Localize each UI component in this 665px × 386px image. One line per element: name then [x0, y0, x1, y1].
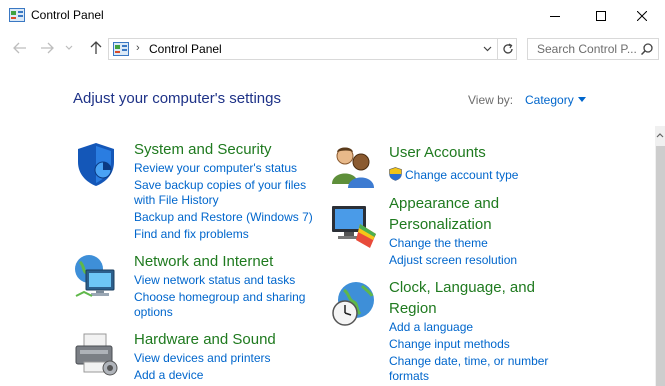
link-change-theme[interactable]: Change the theme — [389, 236, 488, 251]
link-backup-restore[interactable]: Backup and Restore (Windows 7) — [134, 210, 313, 225]
chevron-down-icon — [65, 45, 73, 50]
link-save-backup-cont[interactable]: with File History — [134, 193, 219, 208]
category-user-accounts[interactable]: User Accounts — [389, 142, 486, 163]
maximize-button[interactable] — [578, 0, 624, 31]
scroll-thumb[interactable] — [656, 146, 665, 386]
close-icon — [637, 10, 647, 21]
window-title: Control Panel — [31, 8, 104, 22]
title-bar: Control Panel — [0, 0, 665, 31]
vertical-scrollbar[interactable] — [655, 126, 665, 386]
link-review-status[interactable]: Review your computer's status — [134, 161, 297, 176]
forward-arrow-icon — [41, 42, 54, 54]
link-homegroup[interactable]: Choose homegroup and sharing — [134, 290, 305, 305]
refresh-button[interactable] — [497, 39, 517, 59]
control-panel-icon — [9, 8, 25, 22]
close-button[interactable] — [619, 0, 665, 31]
category-appearance-personalization[interactable]: Appearance and — [389, 193, 499, 214]
control-panel-icon — [113, 42, 129, 56]
up-button[interactable] — [87, 39, 105, 57]
minimize-icon — [550, 15, 560, 17]
scroll-up-button[interactable] — [655, 128, 665, 142]
clock-globe-icon[interactable] — [330, 280, 378, 328]
category-clock-language-region-line2[interactable]: Region — [389, 298, 437, 319]
refresh-icon — [502, 43, 513, 54]
category-appearance-personalization-line2[interactable]: Personalization — [389, 214, 492, 235]
uac-shield-icon — [389, 167, 402, 181]
chevron-down-icon — [483, 46, 491, 52]
link-change-account-type[interactable]: Change account type — [405, 168, 518, 183]
category-clock-language-region[interactable]: Clock, Language, and — [389, 277, 535, 298]
back-button[interactable] — [11, 39, 29, 57]
link-date-time-format-cont[interactable]: formats — [389, 369, 429, 384]
category-network-internet[interactable]: Network and Internet — [134, 251, 273, 272]
page-title: Adjust your computer's settings — [73, 90, 281, 107]
link-homegroup-cont[interactable]: options — [134, 305, 173, 320]
maximize-icon — [596, 10, 606, 21]
view-by-label: View by: — [468, 93, 514, 107]
link-date-time-format[interactable]: Change date, time, or number — [389, 354, 548, 369]
search-icon[interactable] — [641, 43, 653, 55]
caret-down-icon[interactable] — [578, 97, 586, 102]
link-network-status[interactable]: View network status and tasks — [134, 273, 295, 288]
chevron-up-icon — [656, 132, 664, 137]
link-save-backup[interactable]: Save backup copies of your files — [134, 178, 306, 193]
recent-locations-button[interactable] — [63, 39, 75, 57]
appearance-icon[interactable] — [330, 202, 378, 250]
users-icon[interactable] — [330, 142, 378, 190]
link-input-methods[interactable]: Change input methods — [389, 337, 510, 352]
forward-button[interactable] — [38, 39, 56, 57]
view-by-dropdown[interactable]: Category — [525, 93, 574, 107]
link-add-language[interactable]: Add a language — [389, 320, 473, 335]
category-hardware-sound[interactable]: Hardware and Sound — [134, 329, 276, 350]
shield-icon[interactable] — [72, 140, 120, 188]
minimize-button[interactable] — [532, 0, 578, 31]
printer-icon[interactable] — [72, 332, 120, 380]
search-input[interactable]: Search Control P... — [537, 42, 637, 56]
search-box[interactable]: Search Control P... — [527, 38, 659, 60]
breadcrumb-separator: › — [136, 42, 140, 54]
category-system-security[interactable]: System and Security — [134, 139, 272, 160]
breadcrumb-control-panel[interactable]: Control Panel — [149, 42, 222, 56]
address-bar[interactable]: › Control Panel — [108, 38, 517, 60]
link-add-device[interactable]: Add a device — [134, 368, 203, 383]
link-devices-printers[interactable]: View devices and printers — [134, 351, 271, 366]
network-icon[interactable] — [72, 252, 120, 300]
address-dropdown-button[interactable] — [478, 39, 496, 59]
link-screen-resolution[interactable]: Adjust screen resolution — [389, 253, 517, 268]
link-find-fix[interactable]: Find and fix problems — [134, 227, 249, 242]
back-arrow-icon — [13, 42, 26, 54]
up-arrow-icon — [90, 41, 102, 54]
